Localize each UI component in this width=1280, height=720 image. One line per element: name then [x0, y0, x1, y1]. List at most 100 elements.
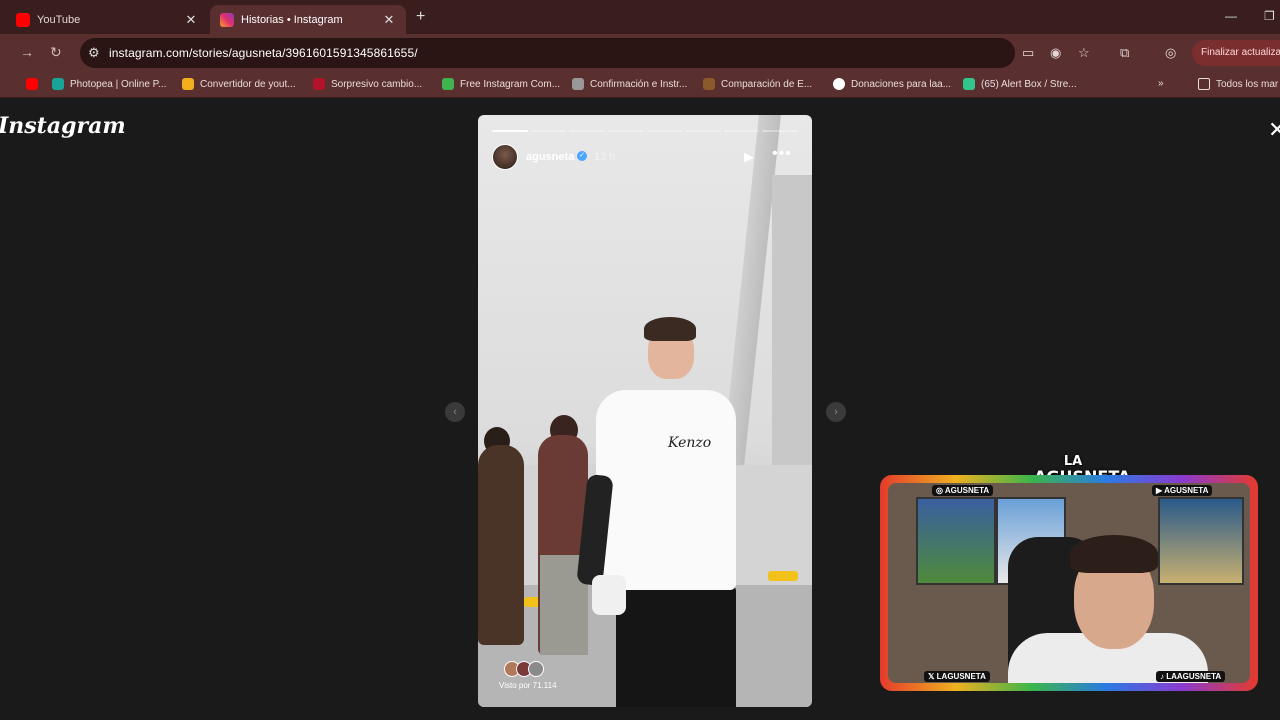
address-bar[interactable]: ⚙ instagram.com/stories/agusneta/3961601… [80, 38, 1015, 68]
story-image-person [644, 317, 696, 341]
tab-title: Historias • Instagram [241, 13, 343, 26]
verified-badge-icon: ✓ [577, 151, 587, 161]
youtube-icon [16, 12, 30, 27]
converter-icon [182, 78, 194, 90]
more-bookmarks-icon[interactable]: » [1158, 78, 1164, 89]
shirt-print: Kenzo [668, 435, 712, 451]
w-icon [442, 78, 454, 90]
previous-story-icon[interactable]: ‹ [445, 402, 465, 422]
progress-segment [492, 130, 528, 132]
browser-toolbar: → ↻ ⚙ instagram.com/stories/agusneta/396… [0, 34, 1280, 72]
close-icon[interactable]: ✕ [1268, 117, 1280, 143]
youtube-handle-label: ▶ AGUSNETA [1152, 485, 1213, 496]
tab-youtube[interactable]: YouTube ✕ [0, 5, 208, 34]
story-image-marker [768, 571, 798, 581]
avatar[interactable] [492, 144, 518, 170]
all-bookmarks-folder[interactable]: Todos los mar [1198, 78, 1278, 90]
bookmark-label: Comparación de E... [721, 78, 813, 90]
bookmark-star-icon[interactable]: ☆ [1078, 45, 1090, 61]
url-text: instagram.com/stories/agusneta/396160159… [109, 46, 418, 60]
streamer-person [1070, 535, 1158, 573]
next-story-icon[interactable]: › [826, 402, 846, 422]
tab-title: YouTube [37, 13, 81, 26]
progress-segment [607, 130, 644, 132]
more-options-icon[interactable]: ••• [772, 145, 792, 163]
progress-segment [685, 130, 721, 132]
bookmark-label: Sorpresivo cambio... [331, 78, 423, 90]
story-time: 13 h [594, 151, 616, 163]
bookmark-converter[interactable]: Convertidor de yout... [182, 78, 296, 90]
viewed-by-count[interactable]: Visto por 71.114 [499, 681, 557, 690]
news-icon [313, 78, 325, 90]
reload-icon[interactable]: ↻ [50, 44, 62, 61]
site-info-icon[interactable]: ⚙ [88, 45, 100, 61]
story-image-person [616, 585, 736, 707]
wall-poster [1158, 497, 1244, 585]
bookmark-label: Convertidor de yout... [200, 78, 296, 90]
bookmark-donaciones[interactable]: Donaciones para laa... [833, 78, 951, 90]
story-image-building [772, 175, 812, 475]
forward-icon[interactable]: → [20, 44, 34, 60]
instagram-logo[interactable]: Instagram [0, 113, 126, 139]
bookmark-youtube[interactable] [26, 78, 44, 90]
instagram-handle: AGUSNETA [944, 486, 990, 495]
wall-poster [916, 497, 996, 585]
minimize-icon[interactable]: — [1225, 9, 1237, 23]
bookmark-label: (65) Alert Box / Stre... [981, 78, 1077, 90]
bookmark-alert-box[interactable]: (65) Alert Box / Stre... [963, 78, 1077, 90]
x-handle: LAGUSNETA [936, 672, 986, 681]
progress-segment [530, 130, 567, 132]
bookmark-news[interactable]: Sorpresivo cambio... [313, 78, 422, 90]
youtube-handle: AGUSNETA [1164, 486, 1209, 495]
profile-icon[interactable]: ◎ [1165, 45, 1176, 61]
bookmark-confirmacion[interactable]: Confirmación e Instr... [572, 78, 687, 90]
progress-segment [723, 130, 760, 132]
story-image-bystander [478, 445, 524, 645]
story-image-person [592, 575, 626, 615]
avatar [528, 661, 544, 677]
alert-box-icon [963, 78, 975, 90]
play-icon[interactable]: ▶ [744, 149, 754, 165]
progress-segment [762, 130, 798, 132]
bookmark-label: Donaciones para laa... [851, 78, 952, 90]
progress-segment [569, 130, 605, 132]
instagram-handle-label: ◎ AGUSNETA [932, 485, 994, 496]
tiktok-handle-label: ♪ LAAGUSNETA [1156, 671, 1226, 682]
extensions-icon[interactable]: ⧉ [1120, 45, 1129, 61]
bookmark-label: Free Instagram Com... [460, 78, 561, 90]
donation-icon [833, 78, 845, 90]
bookmark-label: Confirmación e Instr... [590, 78, 688, 90]
close-tab-icon[interactable]: ✕ [382, 12, 396, 28]
folder-icon [1198, 78, 1210, 90]
link-icon [572, 78, 584, 90]
story-header: agusneta ✓ 13 h ▶ ••• [492, 143, 798, 171]
new-tab-icon[interactable]: + [416, 8, 425, 26]
cast-icon[interactable]: ▭ [1022, 45, 1034, 61]
tab-instagram[interactable]: Historias • Instagram ✕ [210, 5, 406, 34]
all-bookmarks-label: Todos los mar [1216, 78, 1279, 90]
youtube-icon [26, 78, 38, 90]
eye-off-icon[interactable]: ◉ [1050, 45, 1061, 61]
instagram-stories-page: Instagram ✕ ‹ › Kenzo agusneta ✓ 13 h ▶ … [0, 99, 1280, 720]
bookmark-free-instagram[interactable]: Free Instagram Com... [442, 78, 560, 90]
webcam-feed: ◎ AGUSNETA ▶ AGUSNETA 𝕏 LAGUSNETA ♪ LAAG… [888, 483, 1250, 683]
tab-strip: YouTube ✕ Historias • Instagram ✕ + — ❐ [0, 0, 1280, 34]
story-viewer[interactable]: Kenzo agusneta ✓ 13 h ▶ ••• Visto por 71… [478, 115, 812, 707]
story-image-person [596, 390, 736, 590]
instagram-icon [220, 12, 234, 27]
webcam-overlay: ◎ AGUSNETA ▶ AGUSNETA 𝕏 LAGUSNETA ♪ LAAG… [880, 475, 1258, 691]
close-tab-icon[interactable]: ✕ [184, 12, 198, 28]
bookmark-photopea[interactable]: Photopea | Online P... [52, 78, 166, 90]
story-progress-bar [492, 130, 798, 132]
x-handle-label: 𝕏 LAGUSNETA [924, 671, 990, 682]
compare-icon [703, 78, 715, 90]
viewer-avatars[interactable] [504, 661, 550, 677]
bookmark-label: Photopea | Online P... [70, 78, 167, 90]
restore-icon[interactable]: ❐ [1264, 9, 1275, 23]
photopea-icon [52, 78, 64, 90]
progress-segment [646, 130, 683, 132]
bookmark-comparacion[interactable]: Comparación de E... [703, 78, 812, 90]
bookmarks-bar: Photopea | Online P... Convertidor de yo… [0, 72, 1280, 98]
update-button[interactable]: Finalizar actualiza [1192, 40, 1280, 66]
story-username[interactable]: agusneta [526, 151, 574, 163]
